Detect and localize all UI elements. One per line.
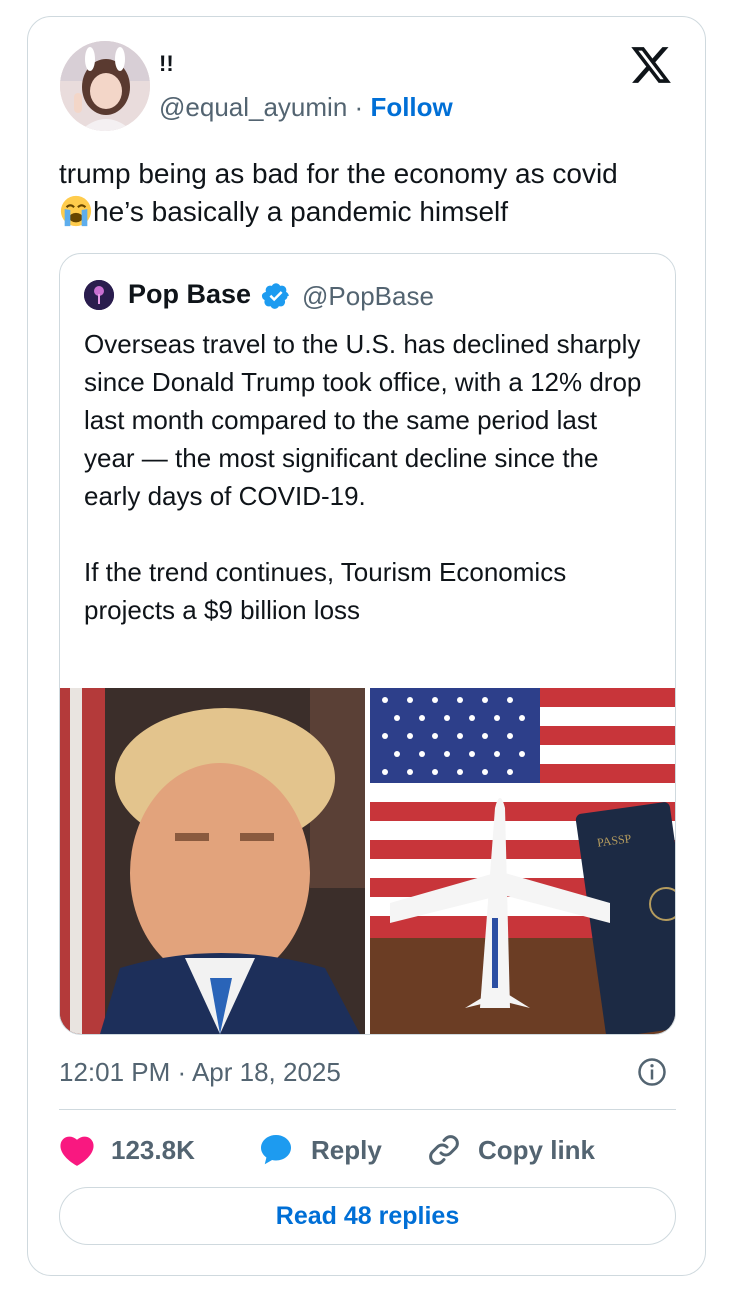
x-logo-icon[interactable] — [629, 43, 673, 87]
quoted-handle[interactable]: @PopBase — [302, 281, 434, 312]
info-icon[interactable] — [637, 1057, 667, 1087]
tweet-text-part-1: trump being as bad for the economy as co… — [59, 158, 618, 189]
quoted-tweet[interactable]: Pop Base @PopBase Overseas travel to the… — [59, 253, 676, 1035]
divider — [59, 1109, 676, 1110]
tweet-text-part-2: he’s basically a pandemic himself — [93, 196, 509, 227]
quoted-display-name[interactable]: Pop Base — [128, 279, 251, 310]
reply-label: Reply — [311, 1134, 382, 1165]
author-handle-row: @equal_ayumin · Follow — [159, 92, 453, 123]
quoted-author-avatar[interactable] — [84, 280, 114, 310]
quoted-media-grid: PASSP — [60, 688, 675, 1034]
loudly-crying-face-icon — [60, 195, 92, 227]
tweet-text: trump being as bad for the economy as co… — [59, 155, 679, 231]
separator-dot: · — [354, 92, 364, 122]
reply-button[interactable]: Reply — [257, 1127, 382, 1173]
tweet-timestamp[interactable]: 12:01 PM · Apr 18, 2025 — [59, 1057, 341, 1088]
quoted-tweet-text: Overseas travel to the U.S. has declined… — [84, 329, 642, 625]
copy-link-button[interactable]: Copy link — [426, 1127, 595, 1173]
heart-icon — [60, 1136, 94, 1166]
read-replies-button[interactable]: Read 48 replies — [59, 1187, 676, 1245]
author-display-name[interactable]: !! — [159, 51, 174, 77]
like-count: 123.8K — [111, 1134, 195, 1165]
follow-button[interactable]: Follow — [370, 92, 452, 122]
embedded-tweet-card: !! @equal_ayumin · Follow trump being as… — [27, 16, 706, 1276]
portrait-photo[interactable] — [60, 688, 365, 1034]
author-avatar[interactable] — [60, 41, 150, 131]
speech-bubble-icon — [261, 1135, 291, 1165]
copy-link-label: Copy link — [478, 1134, 596, 1165]
flag-airplane-passport-photo[interactable]: PASSP — [370, 688, 675, 1034]
verified-badge-icon — [261, 283, 289, 309]
like-button[interactable]: 123.8K — [59, 1127, 195, 1173]
link-icon — [429, 1135, 459, 1165]
author-handle[interactable]: @equal_ayumin — [159, 92, 347, 122]
